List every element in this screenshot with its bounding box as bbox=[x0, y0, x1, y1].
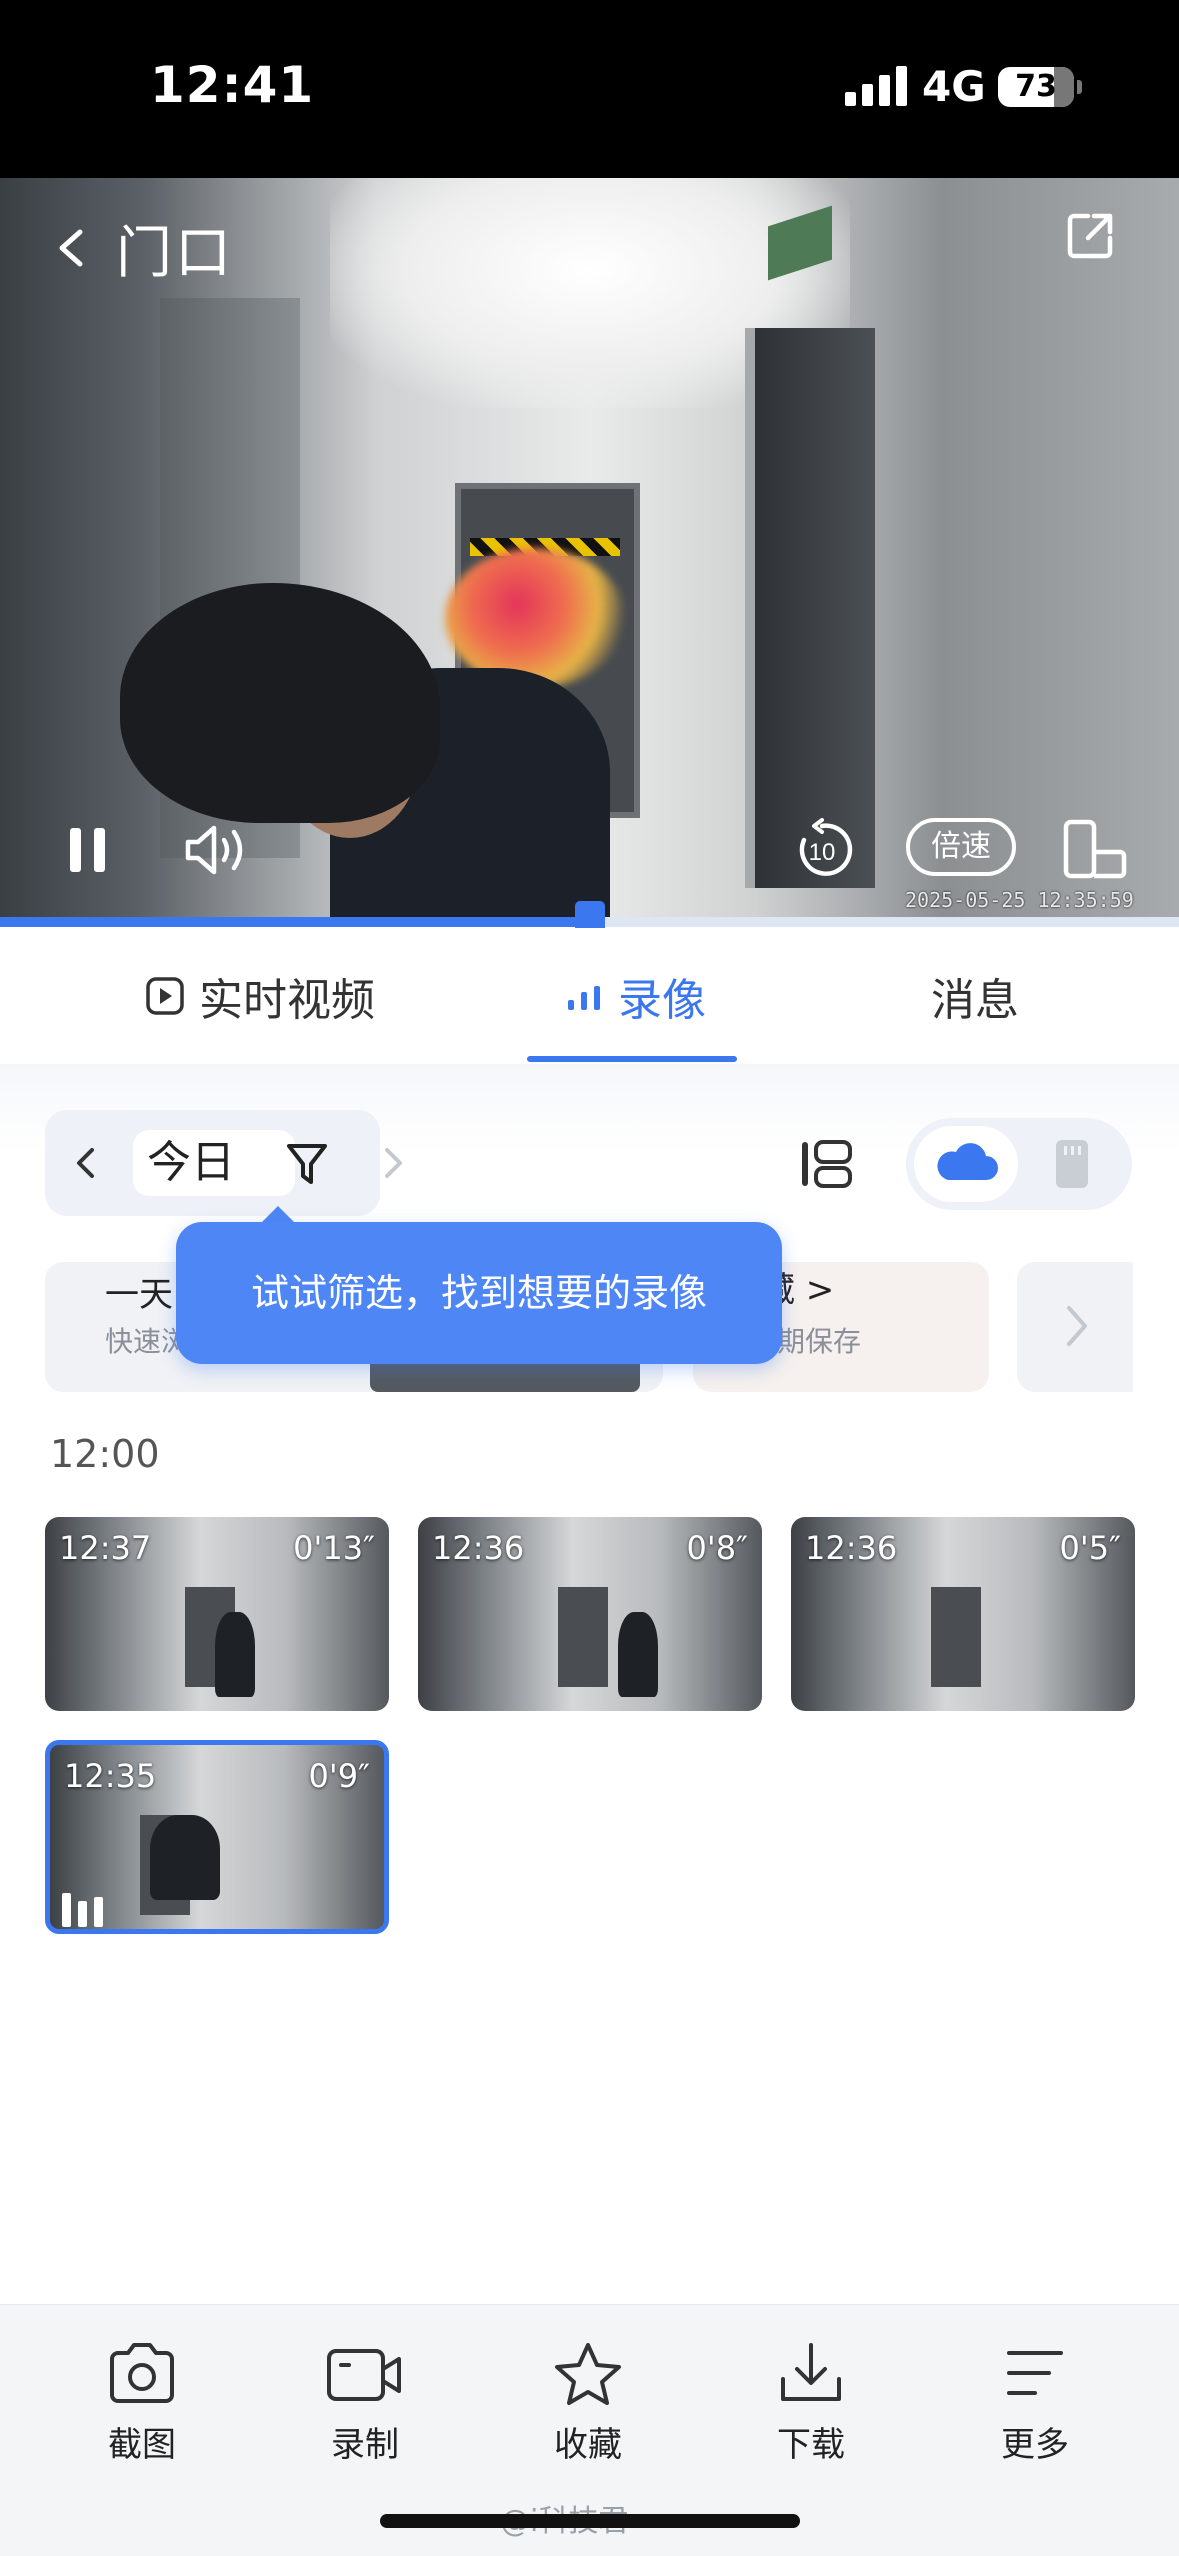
tab-label: 消息 bbox=[931, 975, 1019, 1026]
list-view-icon[interactable] bbox=[798, 1136, 854, 1192]
video-scene-person-cap bbox=[120, 583, 440, 823]
device-title: 门口 bbox=[116, 221, 234, 286]
progress-fill bbox=[0, 917, 590, 927]
battery-level: 73 bbox=[1015, 69, 1057, 104]
hour-group-label: 12:00 bbox=[50, 1432, 160, 1476]
chevron-right-icon bbox=[1067, 1306, 1087, 1346]
toolbar-label: 下载 bbox=[777, 2425, 845, 2465]
video-controls: 10 倍速 bbox=[0, 798, 1179, 898]
clip-duration: 0'13″ bbox=[293, 1529, 375, 1567]
sd-card-icon[interactable] bbox=[1052, 1138, 1092, 1190]
clip-scene-person bbox=[150, 1815, 220, 1900]
previous-day-icon[interactable] bbox=[65, 1142, 107, 1184]
record-button[interactable]: 录制 bbox=[285, 2341, 445, 2481]
clip-time: 12:35 bbox=[64, 1757, 157, 1795]
clip-time: 12:37 bbox=[59, 1529, 152, 1567]
playing-indicator-icon bbox=[62, 1893, 114, 1927]
tab-recordings[interactable]: 录像 bbox=[530, 928, 740, 1064]
clip-duration: 0'8″ bbox=[686, 1529, 748, 1567]
download-icon bbox=[781, 2343, 841, 2401]
tab-label: 实时视频 bbox=[199, 975, 375, 1026]
status-bar: 12:41 4G 73 bbox=[0, 0, 1179, 178]
date-selector: 今日 bbox=[45, 1110, 402, 1216]
tab-bar: 实时视频 录像 消息 bbox=[0, 928, 1179, 1064]
cloud-storage-option[interactable] bbox=[914, 1126, 1018, 1202]
signal-bars-icon bbox=[568, 986, 600, 1010]
tab-messages[interactable]: 消息 bbox=[880, 928, 1070, 1064]
screenshot-button[interactable]: 截图 bbox=[62, 2341, 222, 2481]
speed-button[interactable]: 倍速 bbox=[906, 818, 1016, 876]
cloud-icon bbox=[937, 1143, 998, 1180]
clip-scene-person bbox=[618, 1612, 658, 1697]
status-time: 12:41 bbox=[150, 56, 315, 114]
toolbar-label: 收藏 bbox=[554, 2425, 622, 2465]
video-camera-icon bbox=[327, 2349, 401, 2401]
toolbar-label: 截图 bbox=[108, 2425, 176, 2465]
video-player[interactable]: 门口 10 倍速 2025-05-25 12:35:59 bbox=[0, 178, 1179, 920]
tab-label: 录像 bbox=[618, 975, 706, 1026]
clip-duration: 0'5″ bbox=[1059, 1529, 1121, 1567]
home-indicator[interactable] bbox=[380, 2514, 800, 2528]
storage-source-toggle[interactable] bbox=[906, 1118, 1132, 1210]
more-button[interactable]: 更多 bbox=[955, 2341, 1115, 2481]
filter-icon[interactable] bbox=[285, 1140, 329, 1188]
date-label: 今日 bbox=[147, 1137, 235, 1188]
share-icon[interactable] bbox=[1062, 208, 1118, 264]
tab-live-video[interactable]: 实时视频 bbox=[80, 928, 440, 1064]
clip-scene-person bbox=[215, 1612, 255, 1697]
recording-clip[interactable]: 12:36 0'5″ bbox=[791, 1517, 1135, 1711]
clip-scene-door bbox=[558, 1587, 608, 1687]
video-scene-blurred-poster bbox=[445, 548, 625, 688]
fullscreen-rotate-icon[interactable] bbox=[1062, 818, 1128, 882]
video-timestamp: 2025-05-25 12:35:59 bbox=[905, 888, 1134, 912]
clip-time: 12:36 bbox=[432, 1529, 525, 1567]
toolbar-label: 更多 bbox=[1001, 2425, 1069, 2465]
active-tab-indicator bbox=[527, 1056, 737, 1062]
next-day-icon[interactable] bbox=[377, 1142, 409, 1184]
back-icon[interactable] bbox=[52, 228, 92, 268]
playback-progress-bar[interactable] bbox=[0, 901, 1179, 943]
clip-duration: 0'9″ bbox=[308, 1757, 370, 1795]
replay-10-button[interactable]: 10 bbox=[790, 818, 854, 882]
star-icon bbox=[555, 2343, 621, 2405]
toolbar-label: 录制 bbox=[331, 2425, 399, 2465]
video-top-bar: 门口 bbox=[0, 178, 1179, 298]
camera-icon bbox=[110, 2343, 174, 2403]
play-square-icon bbox=[146, 977, 184, 1015]
battery-icon: 73 bbox=[998, 67, 1074, 107]
recording-clip[interactable]: 12:37 0'13″ bbox=[45, 1517, 389, 1711]
replay-seconds: 10 bbox=[809, 839, 836, 866]
recording-clip-selected[interactable]: 12:35 0'9″ bbox=[45, 1740, 389, 1934]
filter-tooltip[interactable]: 试试筛选，找到想要的录像 bbox=[176, 1222, 782, 1364]
clip-scene-door bbox=[931, 1587, 981, 1687]
signal-icon bbox=[845, 66, 907, 106]
pause-icon[interactable] bbox=[68, 828, 108, 872]
card-title: 一天 bbox=[105, 1275, 173, 1315]
volume-icon[interactable] bbox=[182, 822, 252, 878]
recording-clip[interactable]: 12:36 0'8″ bbox=[418, 1517, 762, 1711]
clip-time: 12:36 bbox=[805, 1529, 898, 1567]
battery-nub bbox=[1077, 80, 1082, 94]
date-label-button[interactable]: 今日 bbox=[133, 1130, 295, 1196]
more-cards-button[interactable] bbox=[1017, 1262, 1133, 1392]
network-type: 4G bbox=[922, 62, 986, 111]
download-button[interactable]: 下载 bbox=[731, 2341, 891, 2481]
more-menu-icon bbox=[1007, 2351, 1063, 2395]
replay-icon: 10 bbox=[799, 818, 853, 876]
favorite-button[interactable]: 收藏 bbox=[508, 2341, 668, 2481]
